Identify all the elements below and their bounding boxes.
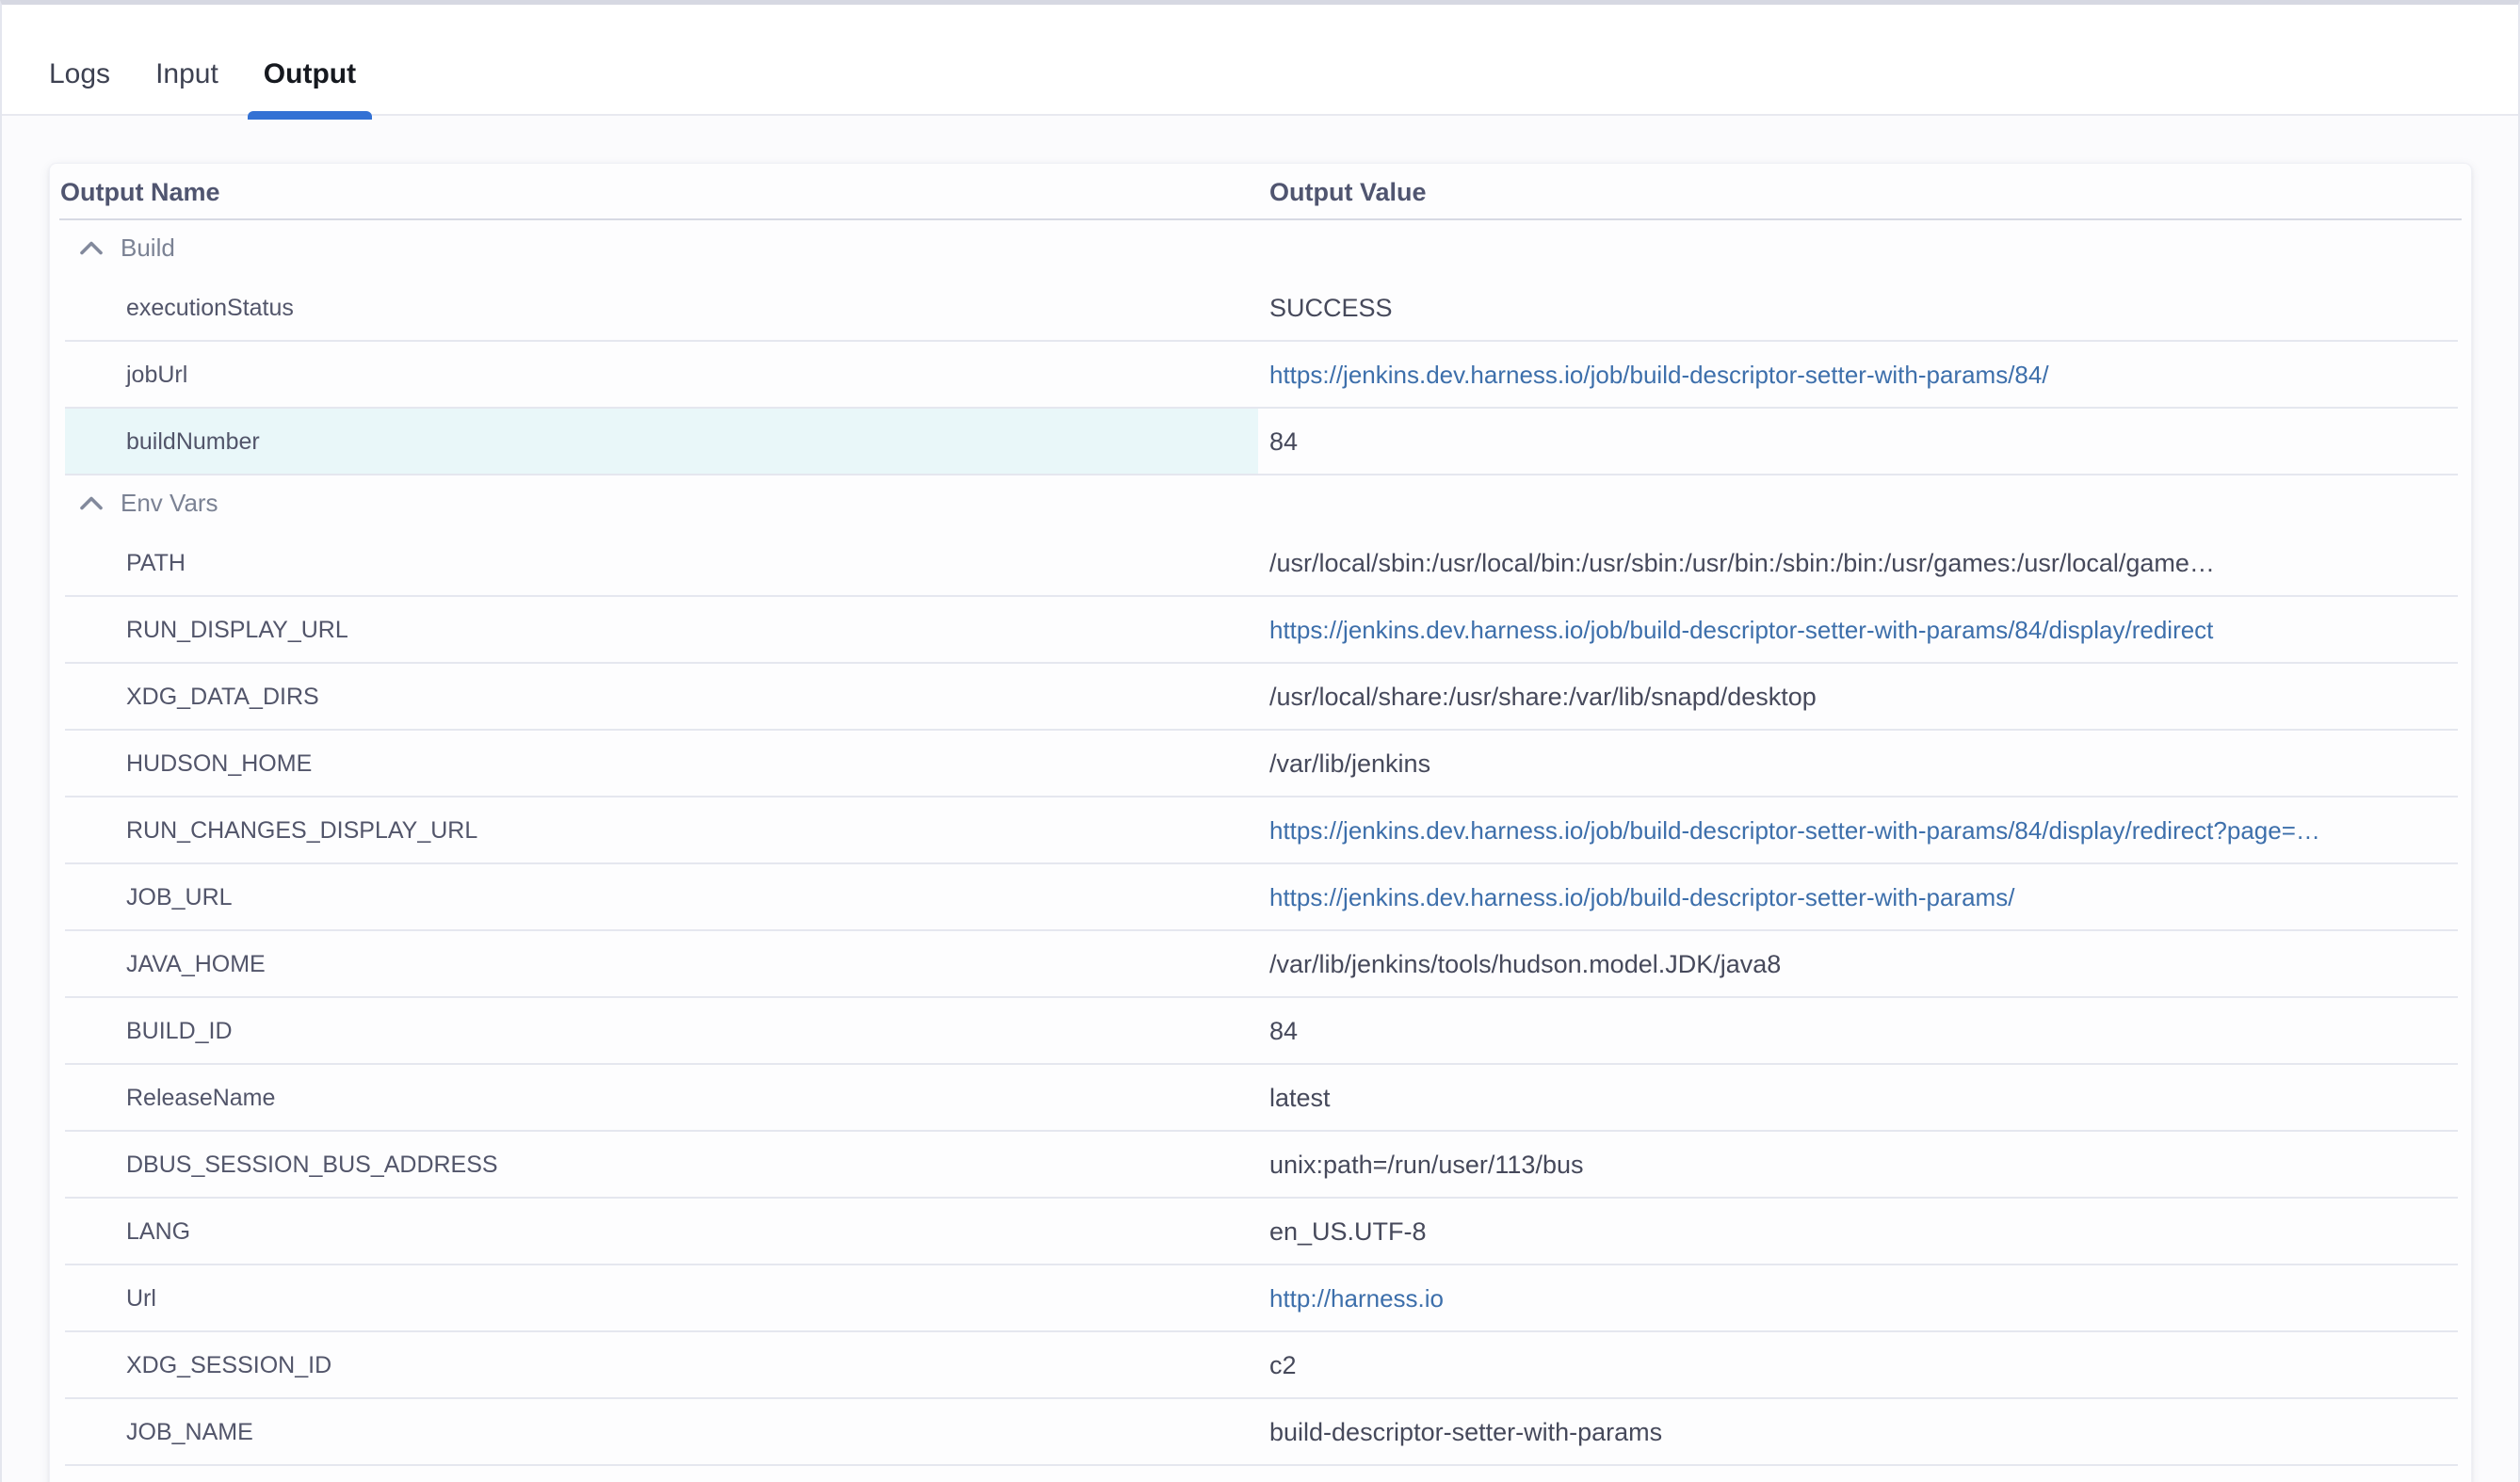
table-row: LANG en_US.UTF-8: [50, 1199, 2471, 1265]
output-value[interactable]: https://jenkins.dev.harness.io/job/build…: [1269, 816, 2448, 846]
table-row: RUN_DISPLAY_URL https://jenkins.dev.harn…: [50, 597, 2471, 664]
output-value-cell: /var/lib/jenkins/tools/hudson.model.JDK/…: [1258, 931, 2471, 998]
page-content: Output Name Output Value Build execution…: [2, 116, 2518, 1482]
output-value: c2: [1269, 1351, 2448, 1380]
output-value[interactable]: https://jenkins.dev.harness.io/job/build…: [1269, 361, 2448, 390]
output-name: PATH: [50, 530, 1258, 597]
output-table-card: Output Name Output Value Build execution…: [49, 163, 2472, 1482]
column-header-output-name: Output Name: [50, 178, 1258, 207]
table-row: XDG_DATA_DIRS /usr/local/share:/usr/shar…: [50, 664, 2471, 731]
output-value-cell: SUCCESS: [1258, 275, 2471, 342]
table-row: executionStatus SUCCESS: [50, 275, 2471, 342]
output-name: XDG_DATA_DIRS: [50, 664, 1258, 731]
output-name: BUILD_ID: [50, 998, 1258, 1065]
group-label: Env Vars: [121, 489, 218, 518]
output-value-cell: 84: [1258, 998, 2471, 1065]
output-value-cell: c2: [1258, 1332, 2471, 1399]
group-header-row[interactable]: Env Vars: [50, 475, 2471, 530]
tab-output[interactable]: Output: [264, 58, 356, 114]
output-name: JOB_NAME: [50, 1399, 1258, 1466]
output-name: LANG: [50, 1199, 1258, 1265]
table-row: Url http://harness.io: [50, 1265, 2471, 1332]
output-value: /usr/local/sbin:/usr/local/bin:/usr/sbin…: [1269, 549, 2448, 578]
output-name: ReleaseName: [50, 1065, 1258, 1132]
chevron-up-icon[interactable]: [80, 496, 103, 510]
table-row: XDG_SESSION_ID c2: [50, 1332, 2471, 1399]
output-name: buildNumber: [50, 409, 1258, 475]
table-row: JOB_NAME build-descriptor-setter-with-pa…: [50, 1399, 2471, 1466]
table-row: JOB_URL https://jenkins.dev.harness.io/j…: [50, 864, 2471, 931]
output-value: 84: [1269, 427, 2448, 457]
output-value-cell[interactable]: http://harness.io: [1258, 1265, 2471, 1332]
output-value: build-descriptor-setter-with-params: [1269, 1418, 2448, 1447]
group-label: Build: [121, 234, 175, 263]
output-name: RUN_DISPLAY_URL: [50, 597, 1258, 664]
table-row: PATH /usr/local/sbin:/usr/local/bin:/usr…: [50, 530, 2471, 597]
output-value[interactable]: http://harness.io: [1269, 1284, 2448, 1313]
tab-input[interactable]: Input: [155, 58, 218, 114]
tab-bar: Logs Input Output: [2, 5, 2518, 116]
output-name: JAVA_HOME: [50, 931, 1258, 998]
output-name: executionStatus: [50, 275, 1258, 342]
output-value-cell: /var/lib/jenkins: [1258, 731, 2471, 797]
tab-logs-label: Logs: [49, 58, 110, 89]
tab-logs[interactable]: Logs: [49, 58, 110, 114]
group-header-row[interactable]: Build: [50, 220, 2471, 275]
output-name: RUN_CHANGES_DISPLAY_URL: [50, 797, 1258, 864]
output-value-cell: /usr/local/share:/usr/share:/var/lib/sna…: [1258, 664, 2471, 731]
output-value-cell: build-descriptor-setter-with-params: [1258, 1399, 2471, 1466]
output-value-cell[interactable]: https://jenkins.dev.harness.io/job/build…: [1258, 797, 2471, 864]
output-name: jobUrl: [50, 342, 1258, 409]
tab-input-label: Input: [155, 58, 218, 89]
output-value: /var/lib/jenkins/tools/hudson.model.JDK/…: [1269, 950, 2448, 979]
table-row: ReleaseName latest: [50, 1065, 2471, 1132]
table-row: JAVA_HOME /var/lib/jenkins/tools/hudson.…: [50, 931, 2471, 998]
table-row: BUILD_ID 84: [50, 998, 2471, 1065]
table-row: HUDSON_HOME /var/lib/jenkins: [50, 731, 2471, 797]
active-tab-indicator: [248, 111, 372, 120]
column-header-output-value: Output Value: [1258, 178, 2471, 207]
output-name: Url: [50, 1265, 1258, 1332]
table-row: buildNumber 84: [50, 409, 2471, 475]
output-value-cell: /usr/local/sbin:/usr/local/bin:/usr/sbin…: [1258, 530, 2471, 597]
output-value: unix:path=/run/user/113/bus: [1269, 1151, 2448, 1180]
output-value-cell[interactable]: https://jenkins.dev.harness.io/job/build…: [1258, 342, 2471, 409]
output-value-cell: latest: [1258, 1065, 2471, 1132]
output-value: /var/lib/jenkins: [1269, 749, 2448, 779]
output-value-cell[interactable]: https://jenkins.dev.harness.io/job/build…: [1258, 597, 2471, 664]
output-value: SUCCESS: [1269, 294, 2448, 323]
table-body: Build executionStatus SUCCESS jobUrl htt…: [50, 220, 2471, 1466]
output-value-cell: en_US.UTF-8: [1258, 1199, 2471, 1265]
output-value: en_US.UTF-8: [1269, 1217, 2448, 1247]
output-value[interactable]: https://jenkins.dev.harness.io/job/build…: [1269, 883, 2448, 912]
output-value[interactable]: https://jenkins.dev.harness.io/job/build…: [1269, 616, 2448, 645]
output-name: DBUS_SESSION_BUS_ADDRESS: [50, 1132, 1258, 1199]
table-row: jobUrl https://jenkins.dev.harness.io/jo…: [50, 342, 2471, 409]
table-header-row: Output Name Output Value: [50, 164, 2471, 220]
output-value: 84: [1269, 1017, 2448, 1046]
table-row: DBUS_SESSION_BUS_ADDRESS unix:path=/run/…: [50, 1132, 2471, 1199]
output-value: latest: [1269, 1084, 2448, 1113]
output-name: HUDSON_HOME: [50, 731, 1258, 797]
tab-output-label: Output: [264, 58, 356, 89]
output-name: JOB_URL: [50, 864, 1258, 931]
output-value-cell[interactable]: https://jenkins.dev.harness.io/job/build…: [1258, 864, 2471, 931]
output-value-cell: unix:path=/run/user/113/bus: [1258, 1132, 2471, 1199]
output-value-cell: 84: [1258, 409, 2471, 475]
output-name: XDG_SESSION_ID: [50, 1332, 1258, 1399]
output-value: /usr/local/share:/usr/share:/var/lib/sna…: [1269, 683, 2448, 712]
chevron-up-icon[interactable]: [80, 241, 103, 255]
table-row: RUN_CHANGES_DISPLAY_URL https://jenkins.…: [50, 797, 2471, 864]
